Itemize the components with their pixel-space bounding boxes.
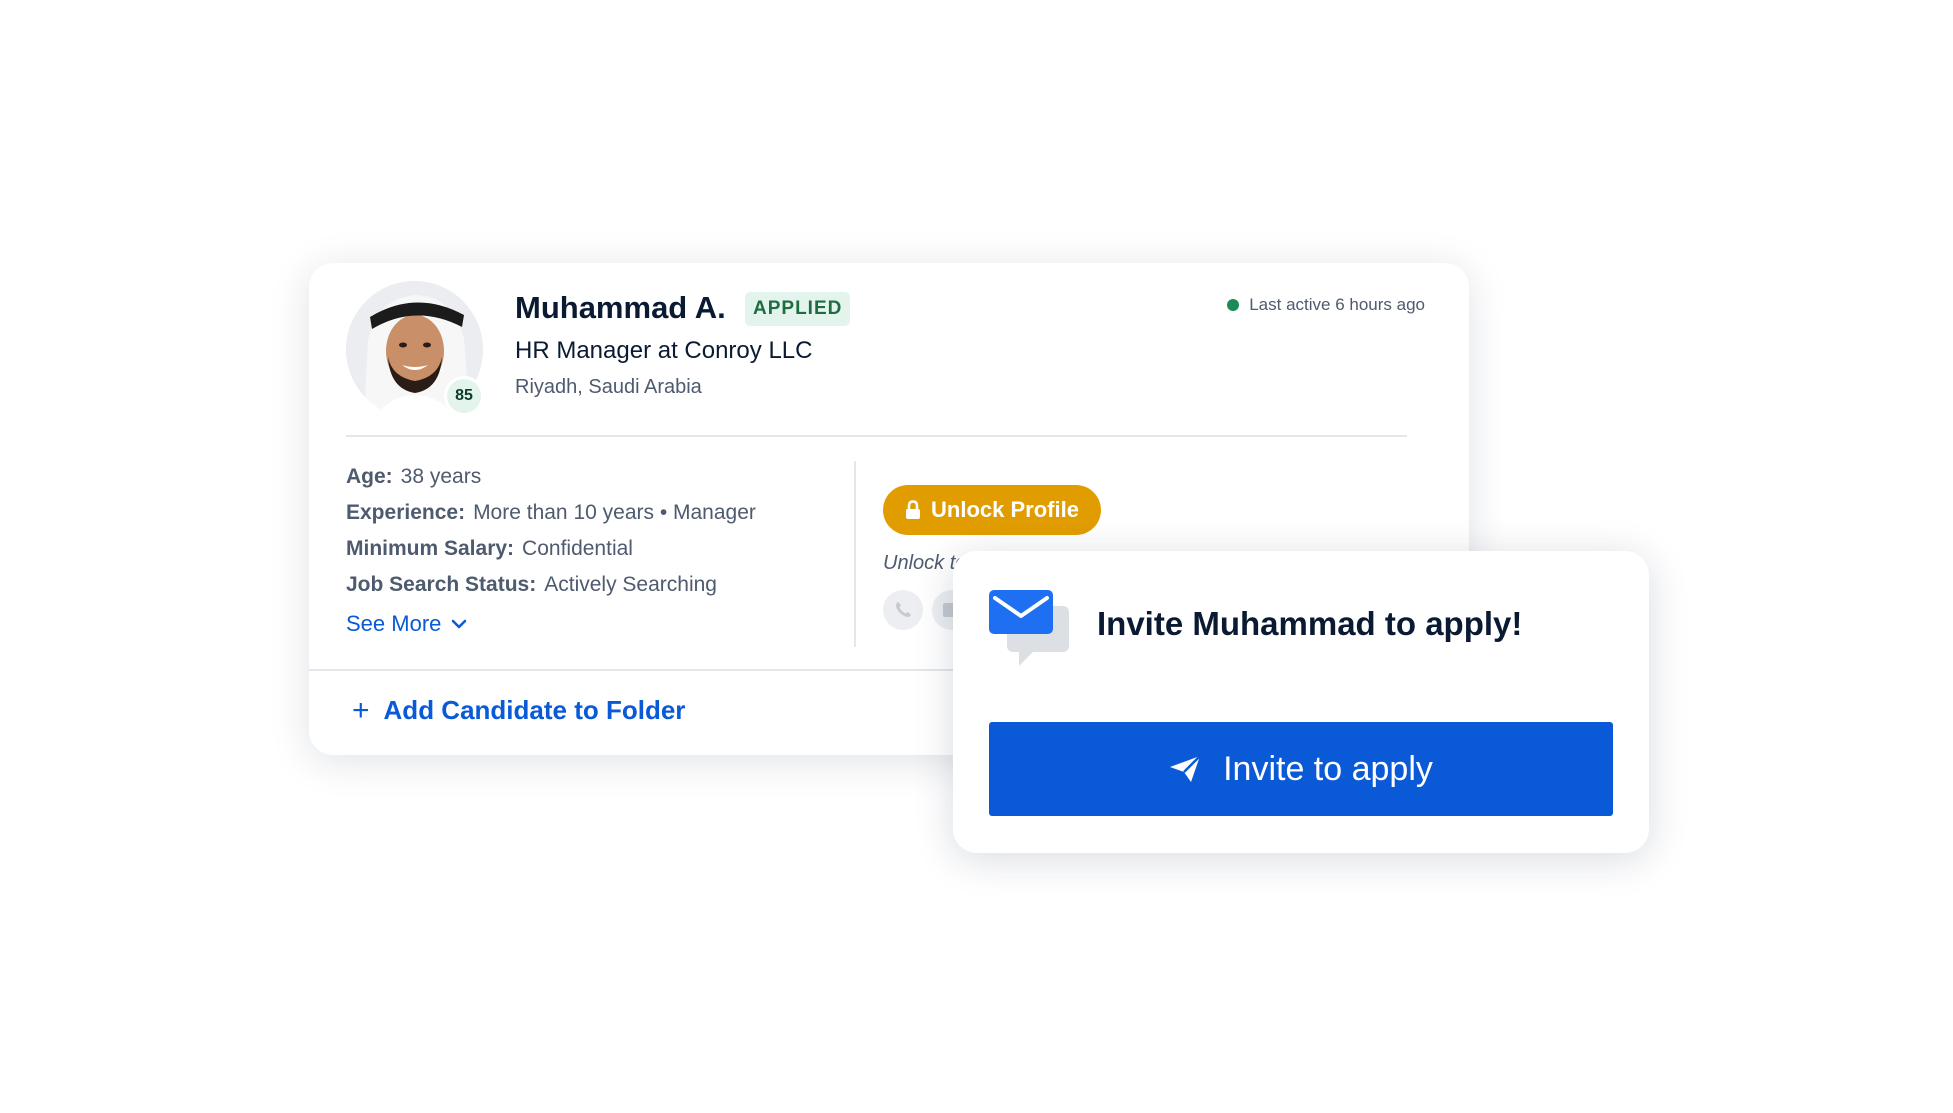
- detail-label: Minimum Salary:: [346, 537, 515, 560]
- envelope-chat-icon: [989, 586, 1071, 673]
- phone-icon: [883, 590, 923, 630]
- detail-row-age: Age: 38 years: [346, 465, 756, 489]
- unlock-profile-label: Unlock Profile: [931, 497, 1079, 522]
- stage: 85 Muhammad A. APPLIED HR Manager at Con…: [0, 0, 1953, 1113]
- details-divider: [854, 461, 856, 647]
- online-status-dot-icon: [1227, 299, 1240, 311]
- detail-value: Actively Searching: [544, 573, 717, 596]
- detail-row-minimum-salary: Minimum Salary: Confidential: [346, 537, 756, 561]
- candidate-details: Age: 38 years Experience: More than 10 yea…: [346, 465, 756, 637]
- detail-row-experience: Experience: More than 10 years • Manager: [346, 501, 756, 525]
- invite-to-apply-label: Invite to apply: [1223, 749, 1433, 788]
- detail-value: 38 years: [400, 465, 482, 488]
- detail-value: Confidential: [522, 537, 633, 560]
- detail-row-job-search-status: Job Search Status: Actively Searching: [346, 573, 756, 597]
- last-active-text: Last active 6 hours ago: [1249, 295, 1425, 314]
- add-candidate-to-folder-button[interactable]: + Add Candidate to Folder: [352, 695, 685, 726]
- unlock-profile-button[interactable]: Unlock Profile: [883, 485, 1101, 535]
- lock-icon: [906, 500, 921, 519]
- invite-to-apply-button[interactable]: Invite to apply: [989, 722, 1613, 816]
- see-more-link[interactable]: See More: [346, 611, 467, 637]
- detail-label: Experience:: [346, 501, 466, 524]
- chevron-down-icon: [452, 619, 467, 629]
- candidate-job-title: HR Manager at Conroy LLC: [515, 337, 813, 364]
- invite-heading: Invite Muhammad to apply!: [1097, 605, 1523, 642]
- paper-plane-icon: [1170, 755, 1201, 782]
- plus-icon: +: [352, 693, 370, 727]
- add-candidate-to-folder-label: Add Candidate to Folder: [383, 695, 686, 725]
- invite-card: Invite Muhammad to apply! Invite to appl…: [953, 551, 1649, 853]
- candidate-location: Riyadh, Saudi Arabia: [515, 376, 702, 398]
- detail-label: Job Search Status:: [346, 573, 537, 596]
- header-divider: [346, 435, 1407, 437]
- status-badge: APPLIED: [745, 292, 851, 326]
- last-active-indicator: Last active 6 hours ago: [1227, 295, 1425, 315]
- detail-label: Age:: [346, 465, 393, 488]
- detail-value: More than 10 years • Manager: [473, 501, 756, 524]
- match-score-badge: 85: [444, 376, 484, 416]
- candidate-name[interactable]: Muhammad A.: [515, 290, 726, 326]
- see-more-label: See More: [346, 611, 442, 636]
